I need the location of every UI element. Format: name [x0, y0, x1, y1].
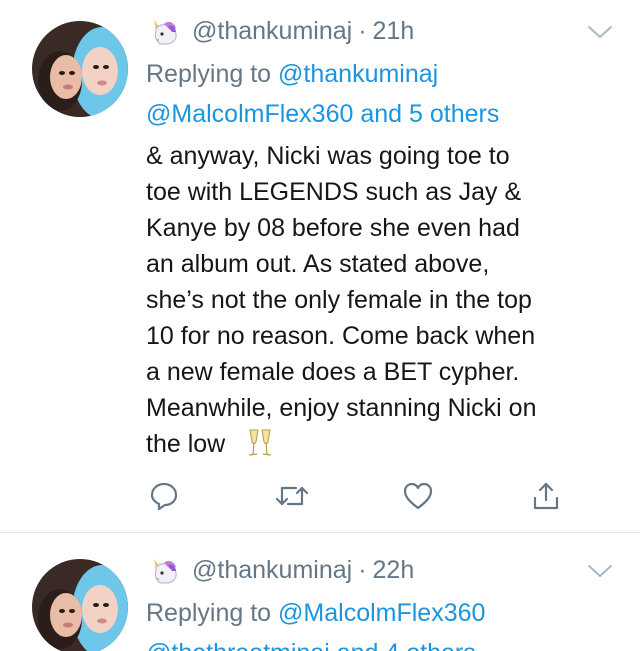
unicorn-emoji-icon	[154, 20, 177, 45]
tweet-text-line: an album out. As stated above,	[146, 250, 490, 278]
user-handle[interactable]: @thankuminaj	[192, 17, 352, 46]
separator-dot: ·	[358, 555, 367, 584]
replying-to-line: Replying to @thankuminaj	[146, 54, 438, 94]
heart-icon	[403, 482, 433, 510]
replying-to-label: Replying to	[146, 60, 272, 88]
replying-to-mention[interactable]: @MalcolmFlex360	[278, 599, 485, 627]
tweet-header: @thankuminaj · 21h	[146, 14, 414, 48]
tweet-text: & anyway, Nicki was going toe to toe wit…	[146, 138, 616, 462]
reply-icon	[150, 482, 178, 511]
tweet[interactable]: @thankuminaj · 21h Replying to @thankumi…	[0, 0, 640, 533]
tweet-actions	[146, 478, 576, 518]
tweet-text-line: she’s not the only female in the top	[146, 286, 532, 314]
retweet-button[interactable]	[274, 478, 310, 514]
replying-to-line: Replying to @MalcolmFlex360	[146, 593, 485, 633]
tweet-text-line: Meanwhile, enjoy stanning Nicki on	[146, 394, 537, 422]
like-button[interactable]	[400, 478, 436, 514]
timestamp[interactable]: 22h	[373, 556, 415, 585]
champagne-glasses-emoji-icon	[249, 429, 272, 456]
retweet-icon	[275, 486, 309, 506]
replying-to-mention[interactable]: @thankuminaj	[278, 60, 438, 88]
avatar[interactable]	[32, 559, 128, 651]
tweet-header: @thankuminaj · 22h	[146, 553, 414, 587]
separator-dot: ·	[358, 16, 367, 45]
share-button[interactable]	[528, 478, 564, 514]
tweet-text-line: & anyway, Nicki was going toe to	[146, 142, 510, 170]
mentions-link[interactable]: @MalcolmFlex360 and 5 others	[146, 94, 499, 134]
mentions-link[interactable]: @thethreatminaj and 4 others	[146, 633, 476, 651]
share-icon	[533, 482, 559, 510]
chevron-down-icon[interactable]	[586, 561, 614, 581]
user-handle[interactable]: @thankuminaj	[192, 556, 352, 585]
avatar[interactable]	[32, 21, 128, 117]
tweet[interactable]: @thankuminaj · 22h Replying to @MalcolmF…	[0, 533, 640, 651]
tweet-text-last-words: the low	[146, 430, 226, 458]
tweet-text-line: toe with LEGENDS such as Jay &	[146, 178, 522, 206]
replying-to-label: Replying to	[146, 599, 272, 627]
timestamp[interactable]: 21h	[373, 17, 415, 46]
tweet-text-line: Kanye by 08 before she even had	[146, 214, 520, 242]
chevron-down-icon[interactable]	[586, 22, 614, 42]
unicorn-emoji-icon	[154, 559, 177, 584]
reply-button[interactable]	[146, 478, 182, 514]
tweet-text-line: 10 for no reason. Come back when	[146, 322, 536, 350]
tweet-text-line-last: the low	[146, 426, 616, 462]
tweet-text-line: a new female does a BET cypher.	[146, 358, 520, 386]
